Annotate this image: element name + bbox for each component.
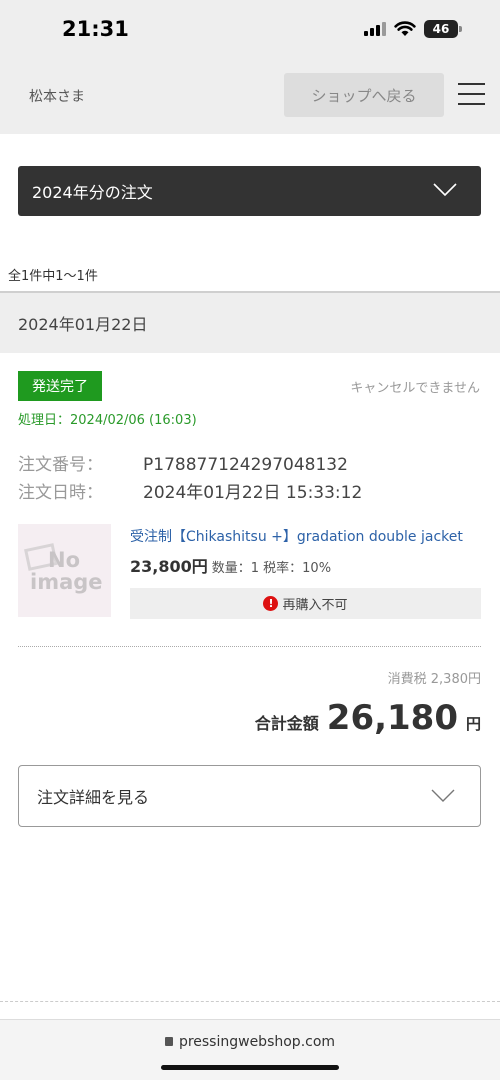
url-text: pressingwebshop.com bbox=[178, 1034, 336, 1050]
no-image-text-2: image bbox=[30, 570, 103, 594]
site-header: 松本さま ショップへ戻る bbox=[0, 62, 500, 134]
cancel-note: キャンセルできません bbox=[350, 381, 480, 396]
rebuy-label: 再購入不可 bbox=[282, 598, 348, 613]
chevron-down-icon bbox=[433, 183, 457, 197]
product-price-line: 23,800円 数量：1 税率：10% bbox=[130, 553, 331, 577]
order-number-label: 注文番号： bbox=[18, 455, 103, 475]
warning-icon: ! bbox=[263, 596, 279, 611]
order-date-header: 2024年01月22日 bbox=[0, 291, 500, 353]
order-datetime-label: 注文日時： bbox=[18, 483, 103, 503]
cellular-signal-icon bbox=[364, 22, 386, 36]
year-filter-dropdown[interactable]: 2024年分の注文 bbox=[18, 166, 481, 216]
home-indicator[interactable] bbox=[161, 1065, 339, 1070]
back-to-shop-button[interactable]: ショップへ戻る bbox=[284, 73, 444, 117]
bottom-divider bbox=[0, 1001, 500, 1002]
product-meta: 数量：1 税率：10% bbox=[211, 561, 332, 576]
rebuy-unavailable-notice: ! 再購入不可 bbox=[130, 588, 481, 619]
status-badge: 発送完了 bbox=[18, 371, 102, 401]
battery-icon: 46 bbox=[424, 20, 462, 38]
order-total: 合計金額 26,180 円 bbox=[255, 698, 481, 738]
processed-date: 処理日：2024/02/06 (16:03) bbox=[18, 413, 197, 428]
url-display[interactable]: pressingwebshop.com bbox=[0, 1034, 500, 1050]
total-value: 26,180 bbox=[326, 698, 458, 738]
hamburger-menu-icon[interactable] bbox=[458, 83, 485, 105]
total-unit: 円 bbox=[465, 715, 481, 733]
tax-amount: 消費税 2,380円 bbox=[387, 672, 481, 687]
product-thumbnail[interactable]: No image bbox=[18, 524, 111, 617]
wifi-icon bbox=[394, 21, 416, 36]
order-date: 2024年01月22日 bbox=[18, 315, 148, 334]
user-name: 松本さま bbox=[29, 89, 85, 105]
order-datetime: 2024年01月22日 15:33:12 bbox=[143, 483, 363, 503]
total-label: 合計金額 bbox=[254, 714, 319, 733]
result-count: 全1件中1〜1件 bbox=[8, 269, 98, 284]
product-name-link[interactable]: 受注制【Chikashitsu +】gradation double jacke… bbox=[130, 526, 463, 546]
product-price: 23,800円 bbox=[130, 557, 208, 576]
divider bbox=[18, 646, 481, 647]
status-icons: 46 bbox=[364, 20, 462, 38]
order-number-row: 注文番号： P178877124297048132 bbox=[18, 450, 348, 475]
order-number: P178877124297048132 bbox=[143, 455, 348, 475]
status-bar: 21:31 46 bbox=[0, 0, 500, 62]
order-details-button[interactable]: 注文詳細を見る bbox=[18, 765, 481, 827]
order-details-label: 注文詳細を見る bbox=[37, 788, 150, 807]
year-filter-label: 2024年分の注文 bbox=[32, 183, 153, 202]
chevron-down-icon bbox=[431, 789, 455, 802]
status-time: 21:31 bbox=[62, 17, 129, 41]
lock-icon bbox=[164, 1037, 173, 1046]
order-datetime-row: 注文日時： 2024年01月22日 15:33:12 bbox=[18, 478, 362, 503]
no-image-text: No bbox=[48, 548, 81, 572]
browser-url-bar[interactable]: pressingwebshop.com bbox=[0, 1019, 500, 1080]
